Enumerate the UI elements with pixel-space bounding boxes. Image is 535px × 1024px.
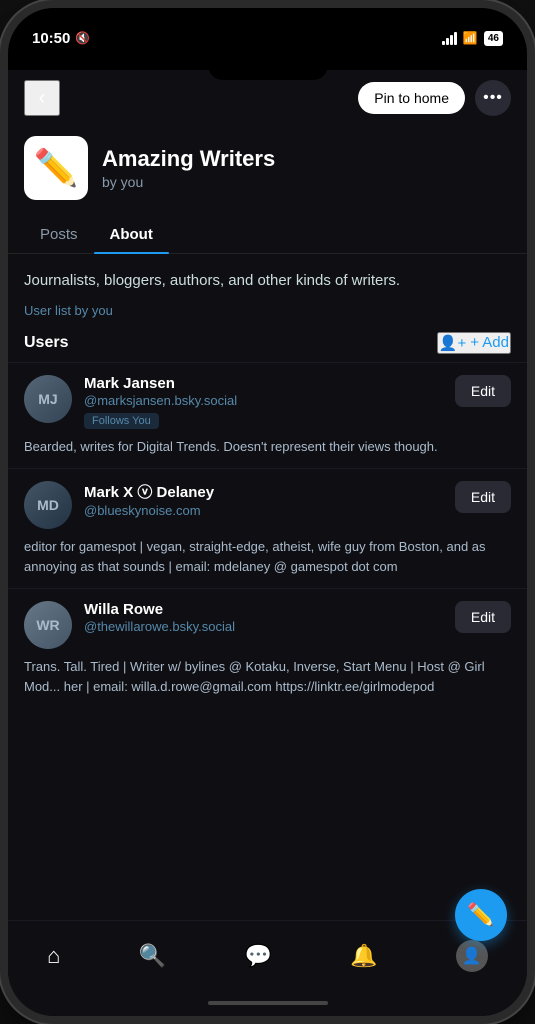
add-user-button[interactable]: 👤+ + Add <box>437 332 511 354</box>
app-content: ‹ Pin to home ••• ✏️ Amazing Writers by … <box>8 70 527 1016</box>
edit-user-button[interactable]: Edit <box>455 601 511 633</box>
nav-chat[interactable]: 💬 <box>228 935 287 977</box>
nav-right: Pin to home ••• <box>358 80 511 116</box>
profile-avatar: 👤 <box>456 940 488 972</box>
edit-user-button[interactable]: Edit <box>455 481 511 513</box>
battery-indicator: 46 <box>484 31 503 46</box>
bell-icon: 🔔 <box>350 943 377 969</box>
user-info: Mark Jansen @marksjansen.bsky.social Fol… <box>84 375 443 429</box>
users-section-title: Users <box>24 334 68 352</box>
user-bio: editor for gamespot | vegan, straight-ed… <box>24 537 511 576</box>
avatar: MJ <box>24 375 72 423</box>
profile-info: Amazing Writers by you <box>102 146 275 190</box>
profile-name: Amazing Writers <box>102 146 275 172</box>
avatar: MD <box>24 481 72 529</box>
list-item: MJ Mark Jansen @marksjansen.bsky.social … <box>8 362 527 469</box>
profile-icon: ✏️ <box>24 136 88 200</box>
chat-icon: 💬 <box>244 943 271 969</box>
user-handle: @marksjansen.bsky.social <box>84 393 443 408</box>
user-list-label: User list by you <box>24 303 511 318</box>
indicator-bar <box>208 1001 328 1005</box>
list-item: MD Mark X ⓥ Delaney @blueskynoise.com Ed… <box>8 468 527 588</box>
about-description: Journalists, bloggers, authors, and othe… <box>24 270 511 293</box>
add-user-icon: 👤+ <box>439 334 466 352</box>
status-icons: 📶 46 <box>442 31 503 46</box>
users-header: Users 👤+ + Add <box>8 318 527 362</box>
user-handle: @blueskynoise.com <box>84 503 443 518</box>
home-indicator <box>8 990 527 1016</box>
back-button[interactable]: ‹ <box>24 80 60 116</box>
nav-search[interactable]: 🔍 <box>123 935 182 977</box>
more-options-button[interactable]: ••• <box>475 80 511 116</box>
user-info: Willa Rowe @thewillarowe.bsky.social <box>84 601 443 634</box>
list-item: WR Willa Rowe @thewillarowe.bsky.social … <box>8 588 527 708</box>
avatar: WR <box>24 601 72 649</box>
user-info: Mark X ⓥ Delaney @blueskynoise.com <box>84 481 443 518</box>
tabs: Posts About <box>8 216 527 254</box>
nav-home[interactable]: ⌂ <box>31 935 76 977</box>
user-name: Willa Rowe <box>84 601 443 618</box>
edit-icon: ✏️ <box>467 902 494 928</box>
compose-fab[interactable]: ✏️ <box>455 889 507 941</box>
tab-posts[interactable]: Posts <box>24 216 94 253</box>
home-icon: ⌂ <box>47 943 60 969</box>
scroll-content: Journalists, bloggers, authors, and othe… <box>8 254 527 920</box>
follows-badge: Follows You <box>84 413 159 429</box>
wifi-icon: 📶 <box>463 31 478 45</box>
signal-icon <box>442 32 457 45</box>
about-section: Journalists, bloggers, authors, and othe… <box>8 254 527 318</box>
pin-to-home-button[interactable]: Pin to home <box>358 82 465 114</box>
user-name: Mark X ⓥ Delaney <box>84 481 443 502</box>
user-top-row: MD Mark X ⓥ Delaney @blueskynoise.com Ed… <box>24 481 511 529</box>
user-handle: @thewillarowe.bsky.social <box>84 619 443 634</box>
nav-notifications[interactable]: 🔔 <box>334 935 393 977</box>
bottom-nav: ⌂ 🔍 💬 🔔 👤 <box>8 920 527 990</box>
profile-header: ✏️ Amazing Writers by you <box>8 126 527 200</box>
status-time: 10:50 🔇 <box>32 30 90 47</box>
edit-user-button[interactable]: Edit <box>455 375 511 407</box>
user-top-row: WR Willa Rowe @thewillarowe.bsky.social … <box>24 601 511 649</box>
user-top-row: MJ Mark Jansen @marksjansen.bsky.social … <box>24 375 511 429</box>
user-bio: Trans. Tall. Tired | Writer w/ bylines @… <box>24 657 511 696</box>
tab-about[interactable]: About <box>94 216 169 253</box>
user-bio: Bearded, writes for Digital Trends. Does… <box>24 437 511 457</box>
search-icon: 🔍 <box>139 943 166 969</box>
mute-icon: 🔇 <box>75 31 90 45</box>
profile-sub: by you <box>102 174 275 190</box>
dynamic-island <box>8 58 527 70</box>
user-name: Mark Jansen <box>84 375 443 392</box>
